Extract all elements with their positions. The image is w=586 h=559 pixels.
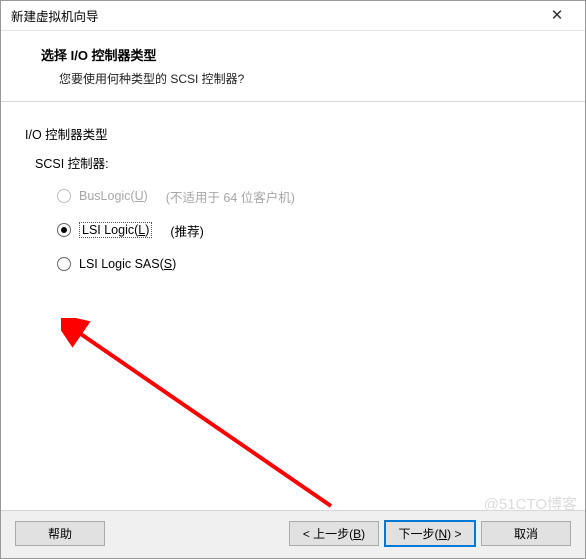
cancel-button[interactable]: 取消 [481,521,571,546]
wizard-content: I/O 控制器类型 SCSI 控制器: BusLogic(U) (不适用于 64… [1,102,585,510]
help-button[interactable]: 帮助 [15,521,105,546]
radio-label: LSI Logic(L) [79,222,152,238]
radio-icon [57,223,71,237]
back-button[interactable]: < 上一步(B) [289,521,379,546]
radio-hint: (推荐) [170,221,203,240]
page-title: 选择 I/O 控制器类型 [41,45,561,64]
close-icon: ✕ [551,8,564,23]
radio-label: LSI Logic SAS(S) [79,257,176,271]
radio-hint: (不适用于 64 位客户机) [166,187,295,206]
radio-icon [57,257,71,271]
group-label: I/O 控制器类型 [25,124,561,143]
radio-icon [57,189,71,203]
next-button[interactable]: 下一步(N) > [385,521,475,546]
radio-group: BusLogic(U) (不适用于 64 位客户机) LSI Logic(L) … [57,186,561,274]
annotation-arrow-icon [61,318,341,518]
close-button[interactable]: ✕ [537,2,577,30]
wizard-header: 选择 I/O 控制器类型 您要使用何种类型的 SCSI 控制器? [1,31,585,102]
radio-option-lsilogic[interactable]: LSI Logic(L) (推荐) [57,220,561,240]
page-subtitle: 您要使用何种类型的 SCSI 控制器? [59,70,561,87]
radio-option-buslogic: BusLogic(U) (不适用于 64 位客户机) [57,186,561,206]
wizard-window: 新建虚拟机向导 ✕ 选择 I/O 控制器类型 您要使用何种类型的 SCSI 控制… [0,0,586,559]
radio-dot-icon [61,227,67,233]
wizard-footer: 帮助 < 上一步(B) 下一步(N) > 取消 [1,510,585,558]
titlebar: 新建虚拟机向导 ✕ [1,1,585,31]
scsi-label: SCSI 控制器: [35,153,561,172]
radio-option-lsisas[interactable]: LSI Logic SAS(S) [57,254,561,274]
radio-label: BusLogic(U) [79,189,148,203]
window-title: 新建虚拟机向导 [11,6,537,25]
